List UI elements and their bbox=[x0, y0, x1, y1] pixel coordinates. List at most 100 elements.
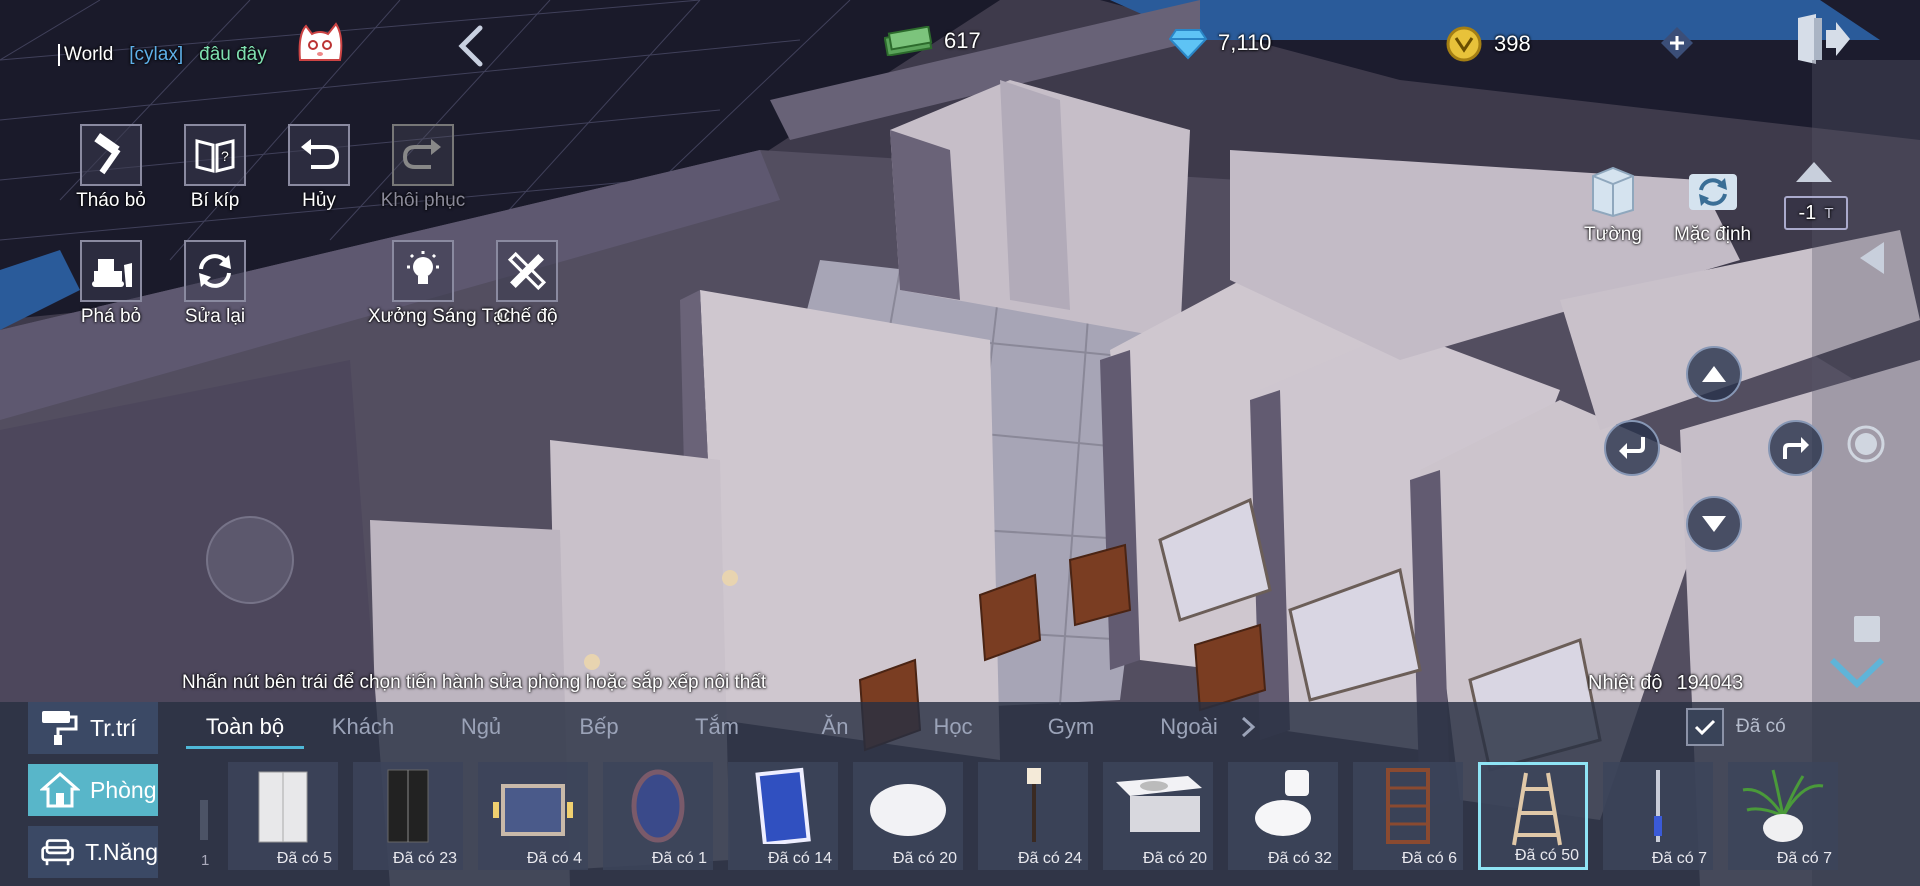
furniture-item[interactable]: Đã có 14 bbox=[728, 762, 838, 870]
cash-icon bbox=[884, 26, 933, 56]
floor-value: -1 bbox=[1798, 201, 1817, 224]
undo-icon bbox=[288, 124, 350, 186]
default-view-button[interactable]: Mặc định bbox=[1674, 166, 1751, 246]
move-up-button[interactable] bbox=[1686, 346, 1742, 402]
tab-dining[interactable]: Ăn bbox=[776, 714, 894, 740]
coin-value: 398 bbox=[1494, 31, 1531, 56]
sidebar-item-decor[interactable]: Tr.trí bbox=[28, 702, 158, 754]
sidebar-item-functional[interactable]: T.Năng bbox=[28, 826, 158, 878]
category-tabs: Toàn bộ Khách Ngủ Bếp Tắm Ăn Học Gym Ngo… bbox=[186, 702, 1256, 752]
tool-label: Khôi phục bbox=[380, 190, 466, 211]
bulldozer-icon bbox=[80, 240, 142, 302]
creative-workshop-button[interactable]: Xưởng Sáng Tạo bbox=[368, 240, 515, 328]
paint-roller-icon bbox=[42, 711, 78, 745]
home-circle-icon[interactable] bbox=[1846, 424, 1886, 464]
owned-filter[interactable]: Đã có bbox=[1686, 708, 1786, 746]
furniture-item[interactable]: Đã có 7 bbox=[1603, 762, 1713, 870]
diamond-counter: 7,110 bbox=[1168, 26, 1271, 60]
ladder-shelf-icon bbox=[1512, 772, 1562, 846]
wall-cube-icon bbox=[1591, 166, 1634, 218]
move-down-button[interactable] bbox=[1686, 496, 1742, 552]
item-count: Đã có 5 bbox=[276, 850, 332, 867]
back-button[interactable] bbox=[452, 22, 492, 70]
add-currency-button[interactable] bbox=[1660, 26, 1694, 60]
floor-indicator: -1 T bbox=[1784, 196, 1848, 230]
demolish-tool-button[interactable]: Tháo bỏ bbox=[56, 124, 166, 212]
tab-outdoor[interactable]: Ngoài bbox=[1130, 714, 1248, 740]
furniture-item[interactable]: Đã có 20 bbox=[853, 762, 963, 870]
furniture-item-selected[interactable]: Đã có 50 bbox=[1478, 762, 1588, 870]
furniture-item[interactable]: Đã có 5 bbox=[228, 762, 338, 870]
chevron-right-icon[interactable] bbox=[1240, 715, 1256, 739]
sidebar-item-label: T.Năng bbox=[85, 838, 158, 865]
furniture-item[interactable]: Đã có 6 bbox=[1353, 762, 1463, 870]
repair-tool-button[interactable]: Sửa lại bbox=[160, 240, 270, 328]
tab-living[interactable]: Khách bbox=[304, 714, 422, 740]
furniture-item[interactable]: Đã có 24 bbox=[978, 762, 1088, 870]
furniture-item[interactable]: Đã có 23 bbox=[353, 762, 463, 870]
bookshelf-icon bbox=[1386, 768, 1430, 844]
wall-toggle-button[interactable]: Tường bbox=[1584, 166, 1642, 246]
sidebar-item-rooms[interactable]: Phòng bbox=[28, 764, 158, 816]
collapse-left-icon[interactable] bbox=[1858, 240, 1888, 276]
item-count: Đã có 6 bbox=[1401, 850, 1457, 867]
tool-label: Phá bỏ bbox=[80, 306, 142, 327]
tool-label: Sửa lại bbox=[184, 306, 246, 327]
undo-button[interactable]: Hủy bbox=[264, 124, 374, 212]
temperature-label: Nhiệt độ bbox=[1588, 672, 1663, 694]
tab-bath[interactable]: Tắm bbox=[658, 714, 776, 740]
floor-lamp-icon bbox=[1027, 768, 1041, 842]
scroll-indicator[interactable] bbox=[200, 800, 208, 840]
furniture-item[interactable]: Đã có 4 bbox=[478, 762, 588, 870]
redo-button[interactable]: Khôi phục bbox=[368, 124, 478, 212]
tab-study[interactable]: Học bbox=[894, 714, 1012, 740]
diamond-value: 7,110 bbox=[1218, 30, 1272, 55]
item-count: Đã có 7 bbox=[1776, 850, 1832, 867]
tab-all[interactable]: Toàn bộ bbox=[186, 714, 304, 749]
virtual-joystick[interactable] bbox=[206, 516, 294, 604]
item-count: Đã có 50 bbox=[1514, 847, 1579, 864]
chat-line[interactable]: World [cylax] đâu đây bbox=[58, 44, 267, 66]
collapse-panel-icon[interactable] bbox=[1824, 650, 1890, 694]
owned-label: Đã có bbox=[1736, 716, 1786, 737]
item-count: Đã có 32 bbox=[1267, 850, 1332, 867]
coin-icon bbox=[1446, 26, 1482, 62]
tab-bedroom[interactable]: Ngủ bbox=[422, 714, 540, 740]
rotate-right-button[interactable] bbox=[1768, 420, 1824, 476]
tool-label: Tháo bỏ bbox=[76, 190, 146, 211]
exit-icon[interactable] bbox=[1790, 12, 1854, 66]
cat-emoji-icon bbox=[298, 22, 343, 61]
item-count: Đã có 23 bbox=[392, 850, 457, 867]
hammer-icon bbox=[80, 124, 142, 186]
tool-label: Xưởng Sáng Tạo bbox=[368, 306, 515, 327]
rotate-left-button[interactable] bbox=[1604, 420, 1660, 476]
round-rug-icon bbox=[870, 784, 946, 836]
toilet-icon bbox=[1255, 770, 1311, 836]
furniture-item[interactable]: Đã có 20 bbox=[1103, 762, 1213, 870]
temperature-readout: Nhiệt độ 194043 bbox=[1588, 672, 1743, 695]
sidebar-item-label: Phòng bbox=[90, 776, 157, 803]
guide-tool-button[interactable]: ? Bí kíp bbox=[160, 124, 270, 212]
rotate-view-icon bbox=[1688, 174, 1737, 210]
cash-value: 617 bbox=[944, 28, 981, 53]
mode-button[interactable]: Chế độ bbox=[472, 240, 582, 328]
stop-square-icon[interactable] bbox=[1854, 616, 1880, 642]
floor-unit: T bbox=[1824, 204, 1834, 222]
floor-up-icon[interactable] bbox=[1794, 160, 1834, 184]
triangle-down-icon bbox=[1702, 516, 1726, 532]
furniture-item[interactable]: Đã có 7 bbox=[1728, 762, 1838, 870]
chat-channel: World bbox=[58, 44, 113, 66]
furniture-item[interactable]: Đã có 1 bbox=[603, 762, 713, 870]
tab-gym[interactable]: Gym bbox=[1012, 714, 1130, 740]
pencil-ruler-icon bbox=[496, 240, 558, 302]
furniture-item[interactable]: Đã có 32 bbox=[1228, 762, 1338, 870]
turn-left-icon bbox=[1619, 437, 1645, 459]
triangle-up-icon bbox=[1702, 366, 1726, 382]
hint-text: Nhấn nút bên trái để chọn tiến hành sửa … bbox=[182, 672, 767, 693]
tab-kitchen[interactable]: Bếp bbox=[540, 714, 658, 740]
owned-checkbox[interactable] bbox=[1686, 708, 1724, 746]
diamond-icon bbox=[1168, 29, 1208, 60]
bulldoze-tool-button[interactable]: Phá bỏ bbox=[56, 240, 166, 328]
tool-label: Hủy bbox=[302, 190, 336, 211]
tool-label: Chế độ bbox=[496, 306, 558, 327]
